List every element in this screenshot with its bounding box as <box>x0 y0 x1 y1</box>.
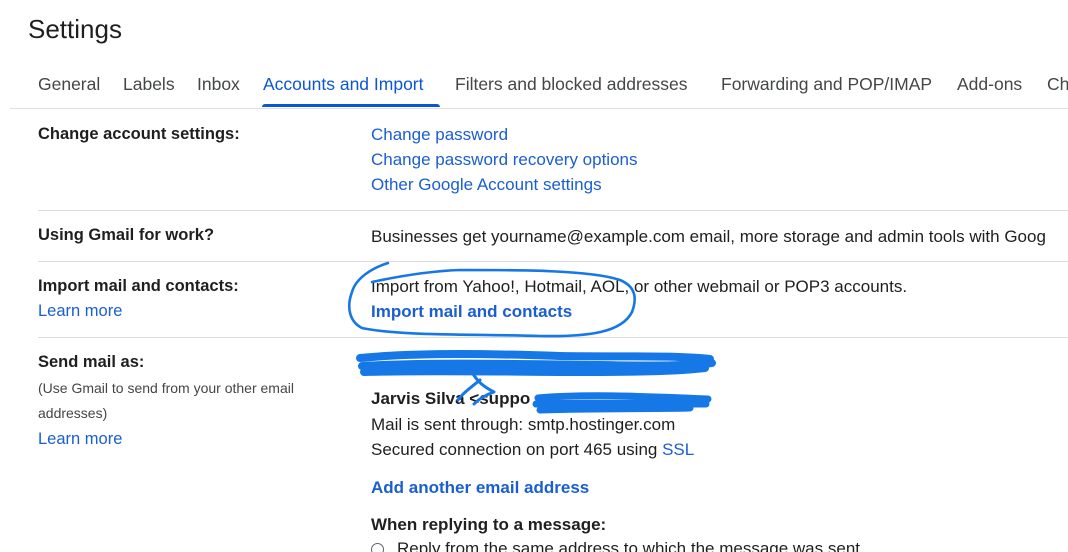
secured-connection-prefix: Secured connection on port 465 using <box>371 440 663 459</box>
tab-inbox[interactable]: Inbox <box>197 74 240 95</box>
send-mail-as-label: Send mail as: <box>38 353 145 371</box>
secured-connection-text: Secured connection on port 465 using SSL <box>371 440 694 460</box>
section-divider <box>38 210 1068 211</box>
active-tab-indicator <box>262 104 440 107</box>
reply-same-address-label[interactable]: Reply from the same address to which the… <box>397 539 860 552</box>
send-mail-as-description-line2: addresses) <box>38 405 108 421</box>
tab-filters-and-blocked-addresses[interactable]: Filters and blocked addresses <box>455 74 687 95</box>
send-mail-as-description-line1: (Use Gmail to send from your other email <box>38 380 294 396</box>
import-description: Import from Yahoo!, Hotmail, AOL, or oth… <box>371 277 908 296</box>
tab-chat-truncated[interactable]: Ch <box>1047 74 1068 95</box>
tab-forwarding-and-pop-imap[interactable]: Forwarding and POP/IMAP <box>721 74 932 95</box>
import-mail-label: Import mail and contacts: <box>38 277 239 295</box>
redaction-scribble-email-1 <box>356 350 716 376</box>
reply-same-address-radio[interactable] <box>371 543 384 552</box>
section-divider <box>38 337 1068 338</box>
circle-annotation-scribble <box>348 261 636 338</box>
tabs-divider <box>10 108 1068 109</box>
ssl-link[interactable]: SSL <box>662 440 694 459</box>
tab-general[interactable]: General <box>38 74 100 95</box>
import-learn-more-link[interactable]: Learn more <box>38 302 122 321</box>
change-account-settings-label: Change account settings: <box>38 125 240 143</box>
import-mail-and-contacts-link[interactable]: Import mail and contacts <box>371 302 572 322</box>
gmail-settings-page: Settings General Labels Inbox Accounts a… <box>0 0 1068 552</box>
send-mail-learn-more-link[interactable]: Learn more <box>38 430 122 449</box>
redaction-scribble-email-2 <box>532 392 712 414</box>
tab-labels[interactable]: Labels <box>123 74 175 95</box>
other-google-account-settings-link[interactable]: Other Google Account settings <box>371 175 602 195</box>
gmail-for-work-text: Businesses get yourname@example.com emai… <box>371 227 1046 246</box>
section-divider <box>38 261 1068 262</box>
change-password-link[interactable]: Change password <box>371 125 508 145</box>
when-replying-heading: When replying to a message: <box>371 515 607 534</box>
tab-accounts-and-import[interactable]: Accounts and Import <box>263 74 424 95</box>
settings-tabs: General Labels Inbox Accounts and Import… <box>28 64 1068 108</box>
change-password-recovery-link[interactable]: Change password recovery options <box>371 150 637 170</box>
page-title: Settings <box>28 14 122 44</box>
tab-add-ons[interactable]: Add-ons <box>957 74 1022 95</box>
smtp-server-text: Mail is sent through: smtp.hostinger.com <box>371 415 676 434</box>
gmail-for-work-label: Using Gmail for work? <box>38 226 215 244</box>
add-another-email-address-link[interactable]: Add another email address <box>371 478 589 498</box>
sender-account-name: Jarvis Silva <suppo <box>371 389 531 408</box>
